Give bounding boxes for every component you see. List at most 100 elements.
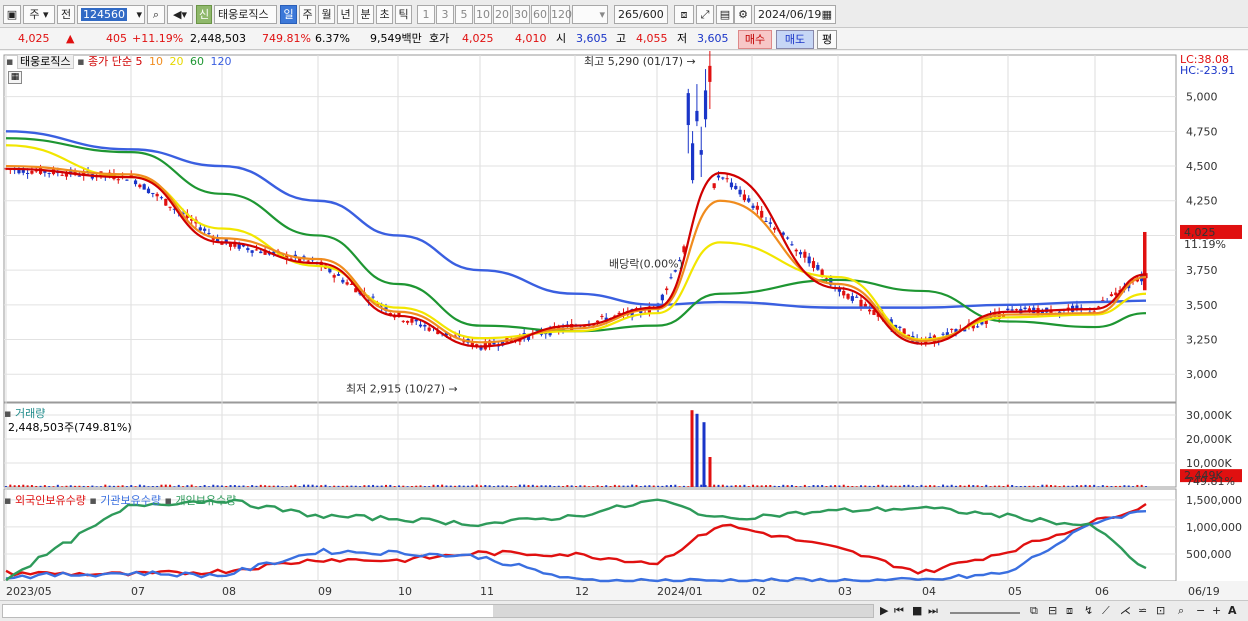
candle-body <box>410 318 414 323</box>
buy-button[interactable]: 매수 <box>738 30 772 49</box>
prev-button[interactable]: 전 <box>57 5 75 24</box>
volume-bar <box>885 485 888 487</box>
period-second-tab[interactable]: 초 <box>376 5 393 24</box>
volume-bar <box>739 485 742 487</box>
period-tick-tab[interactable]: 틱 <box>395 5 412 24</box>
candle-body <box>64 173 69 177</box>
shin-badge-label: 신 <box>198 8 210 21</box>
interval-custom-select[interactable]: ▾ <box>572 5 608 24</box>
search-icon[interactable]: ⌕ <box>147 5 165 24</box>
foreign-title[interactable]: 외국인보유수량 <box>15 494 86 507</box>
volume-bar <box>544 485 547 487</box>
period-minute-tab[interactable]: 분 <box>357 5 374 24</box>
zoom-out-icon[interactable]: − <box>1196 604 1205 618</box>
interval-1[interactable]: 1 <box>417 5 435 24</box>
individual-title[interactable]: 개인보유수량 <box>175 494 236 507</box>
auto-scale-icon[interactable]: A <box>1228 604 1237 618</box>
volume-bar <box>726 485 729 487</box>
period-week-tab[interactable]: 주 <box>299 5 316 24</box>
volume-bar <box>195 486 197 487</box>
volume-bar <box>212 484 215 487</box>
save-icon[interactable]: ▤ <box>716 5 734 24</box>
trend-icon[interactable]: ↯ <box>1084 604 1093 618</box>
zoom-in-icon[interactable]: + <box>1212 604 1221 618</box>
period-month-tab[interactable]: 월 <box>318 5 335 24</box>
volume-bar <box>207 486 210 487</box>
stock-code-input[interactable]: 124560 ▾ <box>77 5 145 24</box>
calendar-icon[interactable]: ▦ <box>822 6 832 23</box>
scroll-thumb[interactable] <box>493 605 873 617</box>
interval-30[interactable]: 30 <box>512 5 530 24</box>
period-label: 초 <box>379 8 390 21</box>
measure-icon[interactable]: ⋌ <box>1120 604 1131 618</box>
volume-bar <box>160 484 163 487</box>
grid-toggle-icon[interactable]: ▦ <box>8 71 22 84</box>
candle-body <box>803 251 807 258</box>
pane-frame <box>3 54 1177 403</box>
hc-label: HC:-23.91 <box>1180 64 1236 77</box>
compare-icon[interactable]: ⧈ <box>1066 604 1073 618</box>
stock-type-select[interactable]: 주 ▾ <box>23 5 55 24</box>
layout-icon[interactable]: ⧉ <box>1030 604 1038 618</box>
volume-bar <box>130 485 133 487</box>
period-day-tab[interactable]: 일 <box>280 5 297 24</box>
line-tool-icon[interactable]: ⟋ <box>1102 604 1110 618</box>
ruler-icon[interactable]: ⋍ <box>1138 604 1147 618</box>
interval-60[interactable]: 60 <box>531 5 549 24</box>
holdings-pane-title: ▪ 외국인보유수량 ▪ 기관보유수량 ▪ 개인보유수량 <box>4 492 236 508</box>
speaker-icon[interactable]: ◀▾ <box>167 5 193 24</box>
volume-bar <box>1011 484 1014 487</box>
interval-5[interactable]: 5 <box>455 5 473 24</box>
volume-bar <box>492 486 495 487</box>
legend-ma-title[interactable]: 종가 단순 <box>88 55 132 68</box>
split-icon[interactable]: ⊟ <box>1048 604 1057 618</box>
chart-type-icon[interactable]: ⧈ <box>674 5 694 24</box>
candle-body <box>699 150 703 155</box>
sell-button[interactable]: 매도 <box>776 30 814 49</box>
volume-bar <box>942 484 945 487</box>
zoom-search-icon[interactable]: ⌕ <box>1178 604 1184 618</box>
horizontal-scrollbar[interactable] <box>2 604 874 618</box>
volume-bar <box>272 485 275 487</box>
prev-label: 전 <box>60 8 72 21</box>
candle-body <box>665 288 669 291</box>
volume-bar <box>311 484 314 487</box>
volume-bar <box>285 486 288 487</box>
volume-bar <box>432 484 435 487</box>
chevron-down-icon[interactable]: ▾ <box>136 6 142 23</box>
interval-3[interactable]: 3 <box>436 5 454 24</box>
rewind-icon[interactable]: ⏮ <box>894 604 904 618</box>
candle-body <box>479 347 483 350</box>
holdings-y-label: 500,000 <box>1186 548 1232 561</box>
legend-stock-name[interactable]: 태웅로직스 <box>16 54 74 69</box>
price-change: 405 <box>106 32 127 45</box>
gear-icon[interactable]: ⚙ <box>734 5 752 24</box>
eval-button[interactable]: 평 <box>817 30 837 49</box>
interval-10[interactable]: 10 <box>474 5 492 24</box>
candle-body <box>811 261 816 268</box>
scroll-right-icon[interactable]: ▶ <box>880 604 888 618</box>
count-input[interactable]: 265/600 <box>614 5 668 24</box>
forward-icon[interactable]: ⏭ <box>928 604 938 618</box>
interval-20[interactable]: 20 <box>493 5 511 24</box>
window-menu-icon[interactable]: ▣ <box>3 5 21 24</box>
volume-peak-bar <box>702 422 706 487</box>
volume-bar <box>821 484 824 487</box>
magnet-icon[interactable]: ⊡ <box>1156 604 1165 618</box>
volume-bar <box>657 485 660 487</box>
legend-marker: ▪ <box>77 55 85 68</box>
date-input[interactable]: 2024/06/19 ▦ <box>754 5 836 24</box>
volume-bar <box>1084 484 1087 487</box>
zoom-slider[interactable] <box>950 604 1020 614</box>
candle-body <box>254 249 259 251</box>
volume-bar <box>138 484 141 487</box>
institution-title[interactable]: 기관보유수량 <box>100 494 161 507</box>
period-year-tab[interactable]: 년 <box>337 5 354 24</box>
volume-bar <box>605 485 608 487</box>
draw-tool-icon[interactable]: ⤢ <box>696 5 714 24</box>
stop-icon[interactable]: ■ <box>912 604 922 618</box>
volume-bar <box>531 484 534 487</box>
interval-120[interactable]: 120 <box>550 5 572 24</box>
chart-canvas[interactable]: 2023/05 07 08 09 10 11 12 2024/01 02 03 04 05 06 06/1… <box>0 51 1248 601</box>
x-tick-label: 07 <box>131 585 145 598</box>
